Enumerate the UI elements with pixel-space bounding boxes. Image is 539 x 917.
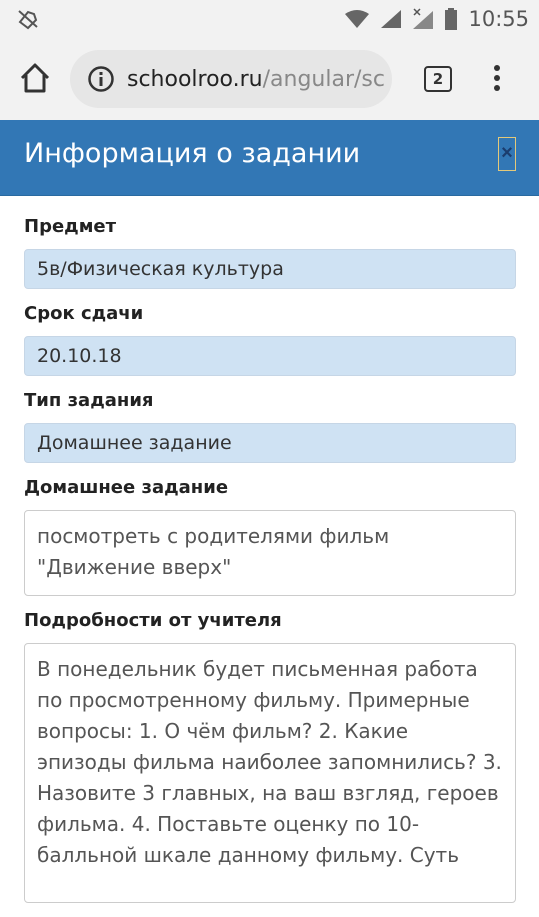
task-form: Предмет 5в/Физическая культура Срок сдач… xyxy=(24,216,516,917)
task-type-label: Тип задания xyxy=(24,390,154,411)
status-time: 10:55 xyxy=(468,7,529,31)
tab-switcher-button[interactable]: 2 xyxy=(424,66,452,92)
teacher-notes-textarea[interactable]: В понедельник будет письменная работа по… xyxy=(24,643,516,903)
due-date-field[interactable]: 20.10.18 xyxy=(24,336,516,376)
modal-header: Информация о задании × xyxy=(0,120,539,196)
task-type-field[interactable]: Домашнее задание xyxy=(24,423,516,463)
teacher-notes-label: Подробности от учителя xyxy=(24,610,282,631)
url-text[interactable]: schoolroo.ru/angular/sc xyxy=(127,67,385,92)
wifi-icon xyxy=(345,10,370,28)
status-bar: 10:55 xyxy=(0,0,539,38)
no-sim-notification-icon xyxy=(18,10,38,30)
signal-no-sim-icon xyxy=(413,8,434,29)
modal-title: Информация о задании xyxy=(24,138,361,169)
due-date-label: Срок сдачи xyxy=(24,303,144,324)
close-button[interactable]: × xyxy=(498,137,516,171)
address-bar[interactable]: schoolroo.ru/angular/sc xyxy=(70,50,392,108)
browser-toolbar: schoolroo.ru/angular/sc 2 xyxy=(0,38,539,120)
subject-field[interactable]: 5в/Физическая культура xyxy=(24,249,516,289)
task-info-modal: Информация о задании × Предмет 5в/Физиче… xyxy=(0,120,539,903)
url-path: /angular/sc xyxy=(262,66,385,92)
status-icons: 10:55 xyxy=(344,6,529,32)
home-icon[interactable] xyxy=(18,61,52,95)
subject-label: Предмет xyxy=(24,216,117,237)
battery-icon xyxy=(445,8,458,30)
homework-label: Домашнее задание xyxy=(24,477,229,498)
overflow-menu-icon[interactable] xyxy=(486,62,508,96)
signal-icon xyxy=(381,10,402,28)
homework-textarea[interactable]: посмотреть с родителями фильм "Движение … xyxy=(24,510,516,596)
url-host: schoolroo.ru xyxy=(127,66,263,92)
info-icon[interactable] xyxy=(87,65,115,93)
